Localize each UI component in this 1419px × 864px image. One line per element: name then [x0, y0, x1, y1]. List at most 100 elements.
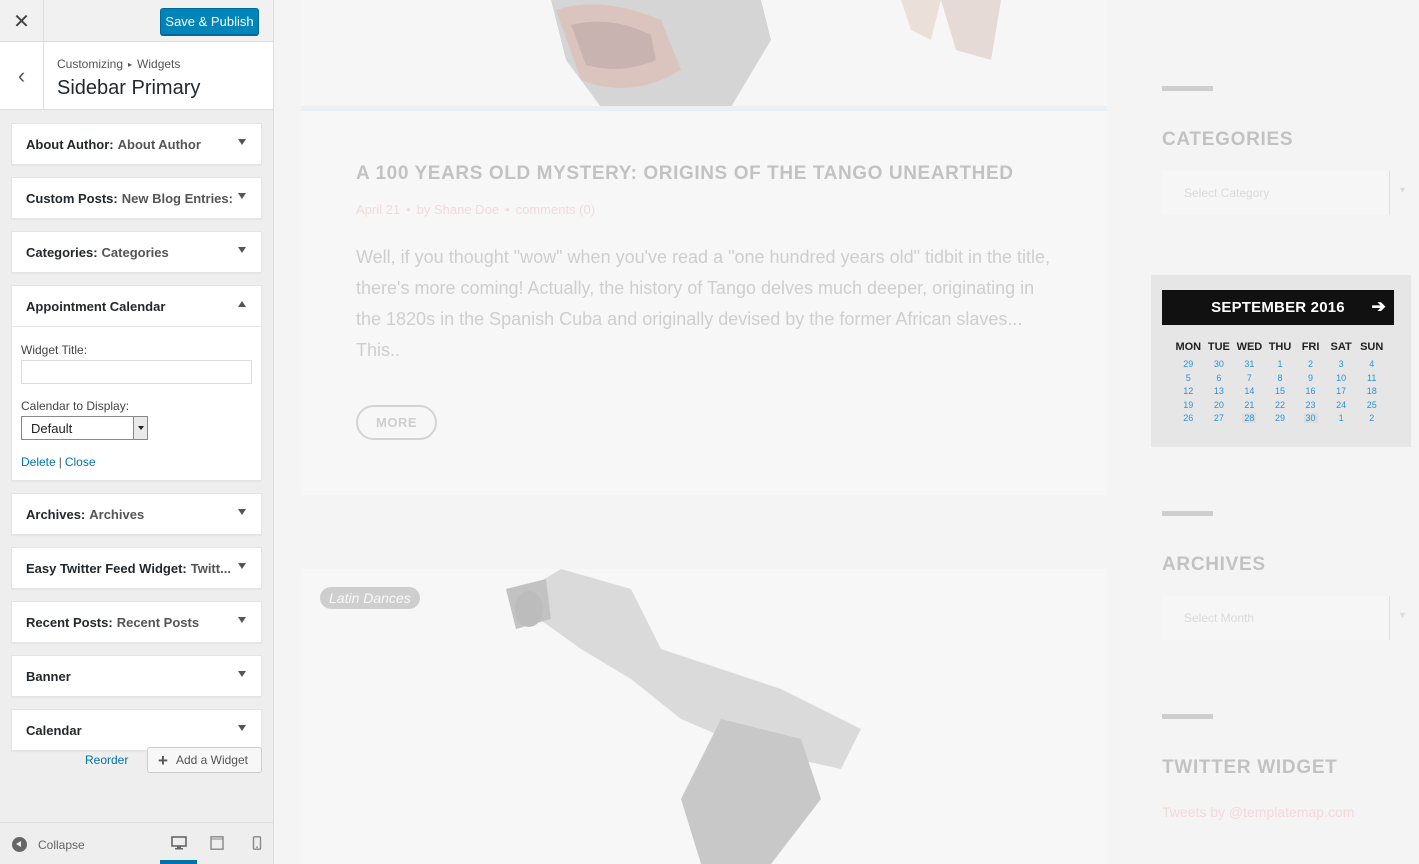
calendar-day[interactable]: 20 — [1204, 399, 1235, 413]
twitter-feed-link[interactable]: Tweets by @templatemap.com — [1162, 804, 1354, 820]
widget-subtitle: Archives — [89, 506, 145, 522]
post-date[interactable]: April 21 — [356, 202, 400, 217]
widget-header[interactable]: Easy Twitter Feed Widget: Twitt... — [12, 548, 261, 588]
back-arrow-icon[interactable]: ‹ — [0, 42, 44, 109]
post-comments[interactable]: comments (0) — [516, 202, 595, 217]
calendar-display-value: Default — [31, 420, 73, 436]
expand-arrow-icon[interactable] — [238, 671, 246, 677]
widget-header[interactable]: Recent Posts: Recent Posts — [12, 602, 261, 642]
widget-archives[interactable]: Archives: Archives — [11, 493, 262, 535]
calendar-day[interactable]: 3 — [1326, 358, 1357, 372]
delete-link[interactable]: Delete — [21, 455, 56, 469]
calendar-day[interactable]: 29 — [1265, 412, 1296, 426]
close-link[interactable]: Close — [65, 455, 96, 469]
expand-arrow-icon[interactable] — [238, 617, 246, 623]
widget-calendar[interactable]: Calendar — [11, 709, 262, 751]
calendar-day[interactable]: 1 — [1326, 412, 1357, 426]
expand-arrow-icon[interactable] — [238, 193, 246, 199]
calendar-day[interactable]: 12 — [1173, 385, 1204, 399]
calendar-day[interactable]: 2 — [1295, 358, 1326, 372]
close-icon[interactable]: ✕ — [0, 0, 44, 42]
weekday-label: FRI — [1301, 341, 1320, 353]
widget-about-author[interactable]: About Author: About Author — [11, 123, 262, 165]
calendar-day[interactable]: 15 — [1265, 385, 1296, 399]
widget-custom-posts[interactable]: Custom Posts: New Blog Entries: — [11, 177, 262, 219]
calendar-day[interactable]: 25 — [1356, 399, 1387, 413]
category-tag[interactable]: Latin Dances — [320, 587, 420, 609]
post-title[interactable]: A 100 YEARS OLD MYSTERY: ORIGINS OF THE … — [356, 163, 1014, 185]
widget-easy-twitter-feed[interactable]: Easy Twitter Feed Widget: Twitt... — [11, 547, 262, 589]
calendar-day-highlighted[interactable]: 30 — [1295, 412, 1326, 426]
expand-arrow-icon[interactable] — [238, 139, 246, 145]
calendar-day[interactable]: 1 — [1265, 358, 1296, 372]
post-author[interactable]: by Shane Doe — [417, 202, 499, 217]
collapse-arrow-icon[interactable] — [238, 301, 246, 307]
desktop-preview-icon[interactable] — [171, 836, 187, 850]
calendar-day[interactable]: 17 — [1326, 385, 1357, 399]
reorder-link[interactable]: Reorder — [85, 753, 128, 767]
widget-header[interactable]: Banner — [12, 656, 261, 696]
calendar-day[interactable]: 27 — [1204, 412, 1235, 426]
calendar-day[interactable]: 26 — [1173, 412, 1204, 426]
widget-header[interactable]: Calendar — [12, 710, 261, 750]
widget-categories[interactable]: Categories: Categories — [11, 231, 262, 273]
calendar-day[interactable]: 22 — [1265, 399, 1296, 413]
tablet-preview-icon[interactable] — [209, 836, 225, 850]
more-button[interactable]: MORE — [356, 405, 437, 440]
expand-arrow-icon[interactable] — [238, 509, 246, 515]
add-widget-button[interactable]: + Add a Widget — [147, 747, 262, 773]
post-divider — [301, 106, 1107, 111]
calendar-day[interactable]: 19 — [1173, 399, 1204, 413]
calendar-display-label: Calendar to Display: — [21, 399, 130, 413]
widget-header[interactable]: Categories: Categories — [12, 232, 261, 272]
widget-appointment-calendar[interactable]: Appointment Calendar Widget Title: Calen… — [11, 285, 262, 481]
expand-arrow-icon[interactable] — [238, 563, 246, 569]
site-preview[interactable]: A 100 YEARS OLD MYSTERY: ORIGINS OF THE … — [274, 0, 1419, 864]
chevron-down-icon[interactable] — [133, 417, 147, 439]
widget-name: Calendar — [26, 722, 82, 738]
calendar-day[interactable]: 24 — [1326, 399, 1357, 413]
plus-icon: + — [158, 750, 168, 770]
calendar-header: SEPTEMBER 2016 ➔ — [1162, 290, 1394, 325]
calendar-day[interactable]: 10 — [1326, 372, 1357, 386]
collapse-arrow-icon — [12, 837, 27, 852]
widget-name: Custom Posts: — [26, 190, 118, 206]
widget-header[interactable]: Custom Posts: New Blog Entries: — [12, 178, 261, 218]
calendar-day[interactable]: 5 — [1173, 372, 1204, 386]
archive-select[interactable]: Select Month ▾ — [1162, 596, 1405, 640]
calendar-day[interactable]: 9 — [1295, 372, 1326, 386]
widget-title-label: Widget Title: — [21, 343, 88, 357]
calendar-day[interactable]: 21 — [1234, 399, 1265, 413]
calendar-day[interactable]: 29 — [1173, 358, 1204, 372]
save-publish-button[interactable]: Save & Publish — [160, 8, 259, 35]
calendar-day[interactable]: 11 — [1356, 372, 1387, 386]
mobile-preview-icon[interactable] — [249, 836, 265, 850]
calendar-day[interactable]: 2 — [1356, 412, 1387, 426]
calendar-day[interactable]: 4 — [1356, 358, 1387, 372]
calendar-day[interactable]: 14 — [1234, 385, 1265, 399]
widget-list-actions: Reorder + Add a Widget — [0, 747, 274, 773]
expand-arrow-icon[interactable] — [238, 725, 246, 731]
widget-header[interactable]: About Author: About Author — [12, 124, 261, 164]
category-select[interactable]: Select Category ▾ — [1162, 171, 1405, 215]
calendar-day[interactable]: 13 — [1204, 385, 1235, 399]
calendar-day[interactable]: 30 — [1204, 358, 1235, 372]
collapse-button[interactable]: Collapse — [12, 837, 85, 852]
calendar-day[interactable]: 7 — [1234, 372, 1265, 386]
widget-banner[interactable]: Banner — [11, 655, 262, 697]
widget-title-input[interactable] — [21, 360, 252, 384]
calendar-day-highlighted[interactable]: 28 — [1234, 412, 1265, 426]
widget-header[interactable]: Archives: Archives — [12, 494, 261, 534]
chevron-down-icon: ▾ — [1399, 185, 1405, 196]
calendar-display-select[interactable]: Default — [21, 416, 148, 440]
calendar-day[interactable]: 18 — [1356, 385, 1387, 399]
arrow-right-icon[interactable]: ➔ — [1372, 297, 1386, 317]
widget-header[interactable]: Appointment Calendar — [12, 286, 261, 326]
calendar-day[interactable]: 8 — [1265, 372, 1296, 386]
widget-recent-posts[interactable]: Recent Posts: Recent Posts — [11, 601, 262, 643]
calendar-day[interactable]: 16 — [1295, 385, 1326, 399]
expand-arrow-icon[interactable] — [238, 247, 246, 253]
calendar-day[interactable]: 31 — [1234, 358, 1265, 372]
calendar-day[interactable]: 6 — [1204, 372, 1235, 386]
calendar-day[interactable]: 23 — [1295, 399, 1326, 413]
